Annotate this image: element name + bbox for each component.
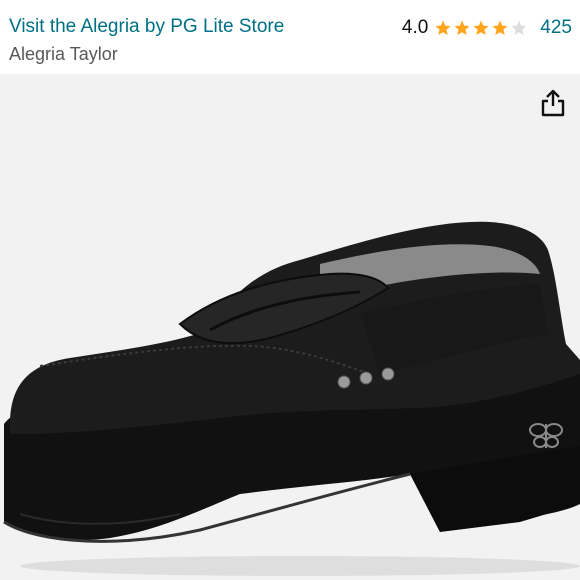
stud	[359, 371, 373, 385]
star-icon	[492, 20, 508, 36]
star-icon	[473, 20, 489, 36]
star-icon	[454, 20, 470, 36]
rating[interactable]: 4.0 425	[402, 16, 572, 40]
share-button[interactable]	[536, 86, 570, 120]
review-count-link[interactable]: 425	[540, 17, 572, 39]
product-title: Alegria Taylor	[9, 44, 118, 64]
share-icon	[541, 89, 565, 117]
product-header: Visit the Alegria by PG Lite Store Alegr…	[0, 0, 580, 74]
product-image[interactable]	[0, 74, 580, 580]
star-icon	[511, 20, 527, 36]
stud	[381, 367, 395, 381]
store-link[interactable]: Visit the Alegria by PG Lite Store	[9, 16, 284, 38]
rating-value: 4.0	[401, 17, 429, 38]
star-rating	[434, 19, 528, 37]
star-icon	[435, 20, 451, 36]
stud	[337, 375, 351, 389]
shoe-shadow	[20, 556, 580, 576]
